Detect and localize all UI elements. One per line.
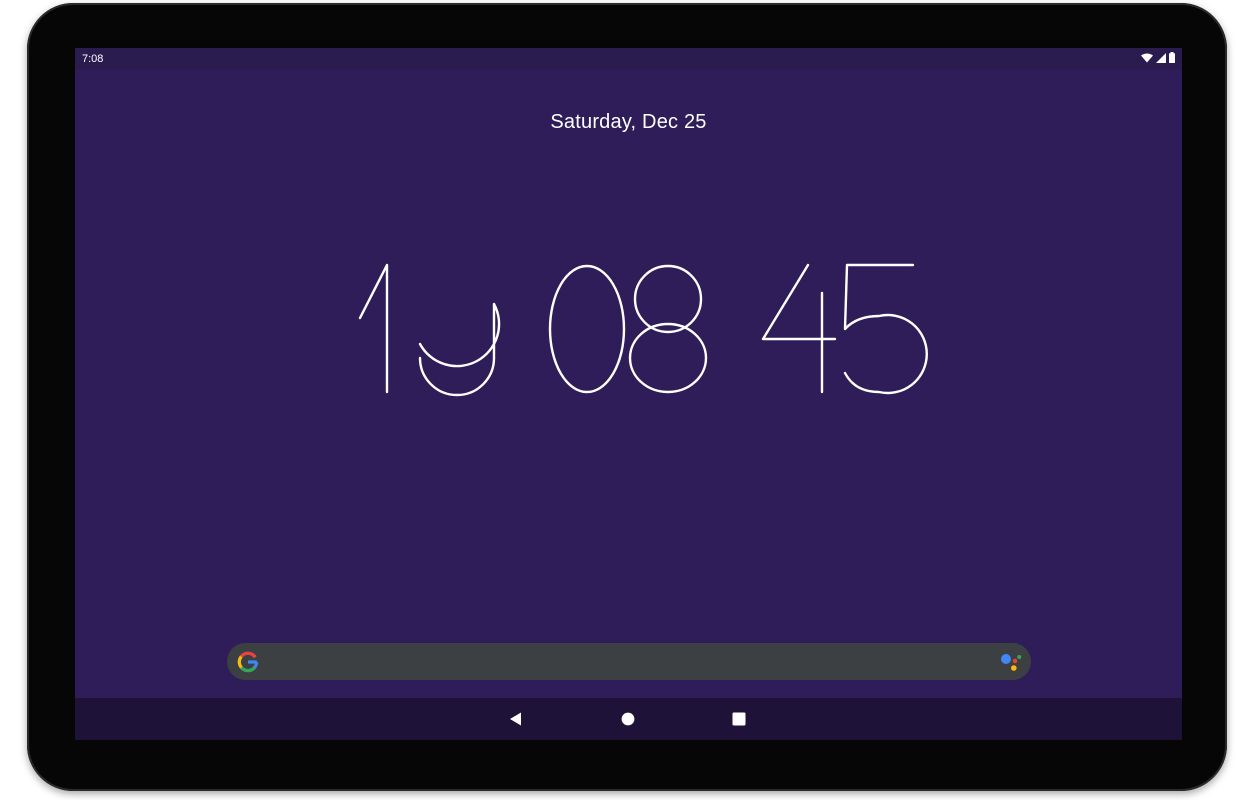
- recents-icon[interactable]: [730, 710, 748, 728]
- navigation-bar: [75, 698, 1182, 740]
- google-assistant-icon[interactable]: [1000, 652, 1022, 672]
- google-g-icon: [237, 651, 259, 673]
- clock-hours: [358, 263, 501, 397]
- back-icon[interactable]: [507, 710, 525, 728]
- clock-seconds: [761, 263, 928, 395]
- clock: [358, 263, 928, 397]
- clock-minutes: [548, 264, 708, 394]
- home-icon[interactable]: [619, 710, 637, 728]
- lock-screen: 7:08 Saturday, Dec 25: [75, 48, 1182, 740]
- google-search-bar[interactable]: [227, 643, 1031, 680]
